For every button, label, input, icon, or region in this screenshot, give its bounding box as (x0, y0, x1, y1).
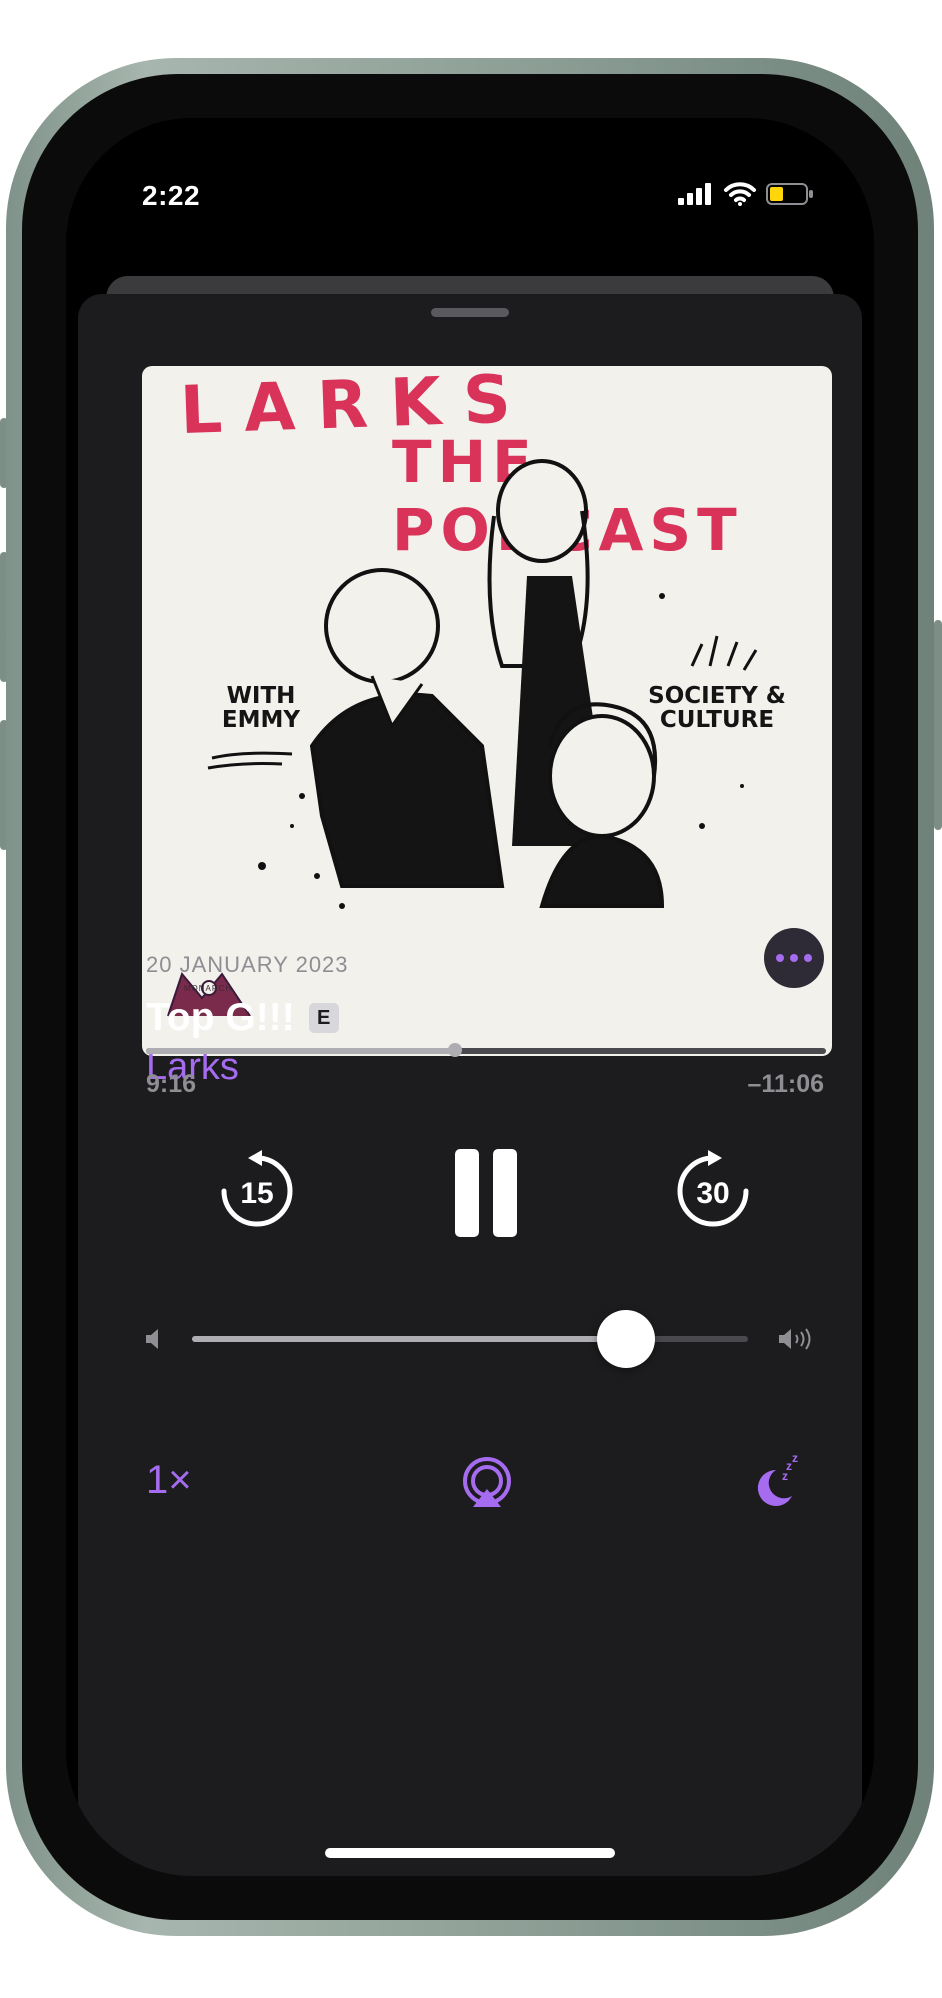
artwork-note-right-line1: SOCIETY & (648, 683, 786, 709)
artwork-note-right: SOCIETY & CULTURE (642, 684, 792, 732)
playback-speed-button[interactable]: 1× (146, 1458, 192, 1503)
phone-frame: 2:22 LARKS THE WITH EMMY SOCIETY & CULTU… (6, 58, 934, 1936)
more-icon-dot (804, 954, 812, 962)
phone-bezel: 2:22 LARKS THE WITH EMMY SOCIETY & CULTU… (22, 74, 918, 1920)
volume-low-icon (146, 1329, 158, 1349)
volume-knob[interactable] (596, 1310, 655, 1368)
skip-forward-seconds: 30 (696, 1177, 729, 1210)
home-indicator[interactable] (325, 1848, 615, 1858)
explicit-badge: E (308, 1003, 339, 1033)
airplay-button[interactable] (452, 1448, 522, 1518)
side-button (934, 620, 942, 830)
sleep-timer-button[interactable]: z z z (736, 1442, 816, 1522)
sheet-grabber[interactable] (431, 308, 509, 317)
episode-title-row: Top G!!! E (146, 996, 826, 1040)
status-time: 2:22 (142, 180, 201, 211)
episode-date: 20 JANUARY 2023 (146, 952, 349, 977)
episode-info: 20 JANUARY 2023 Top G!!! E Larks (146, 952, 826, 1089)
phone-screen: 2:22 LARKS THE WITH EMMY SOCIETY & CULTU… (66, 118, 874, 1876)
sleep-timer-icon: z z z (757, 1452, 798, 1506)
pause-button[interactable] (436, 1138, 536, 1248)
more-icon-dot (790, 954, 798, 962)
skip-back-icon: 15 (221, 1150, 293, 1227)
episode-title: Top G!!! (146, 996, 295, 1039)
svg-text:z: z (782, 1469, 788, 1483)
skip-forward-icon: 30 (677, 1150, 749, 1227)
battery-icon (766, 183, 813, 205)
wifi-icon (724, 182, 756, 206)
volume-high-icon (779, 1328, 811, 1350)
more-button[interactable] (764, 928, 824, 988)
artwork-note-left: WITH EMMY (206, 684, 316, 732)
status-icons (678, 182, 814, 206)
airplay-audio-icon (463, 1457, 511, 1507)
playback-scrubber[interactable] (146, 1043, 826, 1057)
pause-icon (455, 1149, 517, 1237)
skip-back-button[interactable]: 15 (212, 1146, 302, 1236)
volume-level (192, 1336, 626, 1342)
artwork-note-right-line2: CULTURE (659, 707, 775, 733)
more-icon (776, 954, 784, 962)
artwork-note-left-line1: WITH (226, 683, 296, 709)
volume-slider[interactable] (192, 1310, 748, 1368)
remaining-time: –11:06 (747, 1070, 824, 1098)
scrubber-progress (146, 1048, 456, 1054)
elapsed-time: 9:16 (146, 1070, 197, 1098)
artwork-note-left-line2: EMMY (221, 707, 301, 733)
status-bar: 2:22 (66, 118, 874, 228)
cellular-signal-icon (678, 183, 711, 205)
svg-text:z: z (792, 1452, 798, 1465)
skip-back-seconds: 15 (240, 1177, 273, 1210)
skip-forward-button[interactable]: 30 (668, 1146, 758, 1236)
